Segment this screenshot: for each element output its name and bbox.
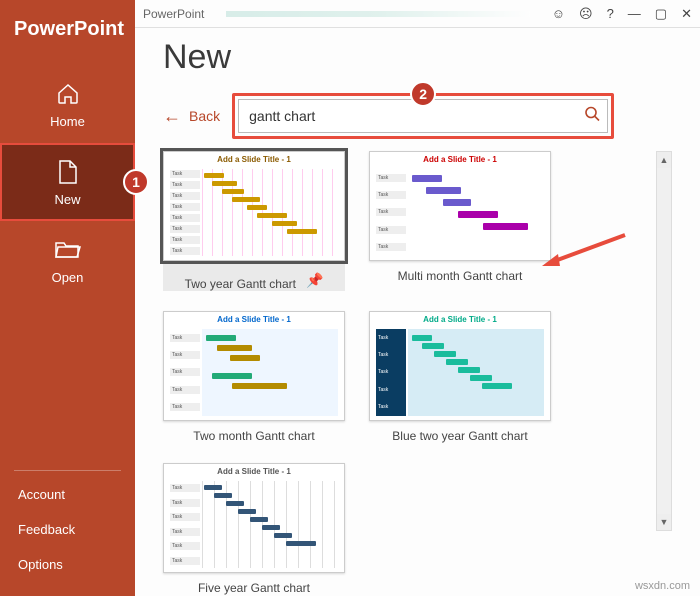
search-container: 2 [238, 99, 608, 133]
brand: PowerPoint [0, 0, 135, 65]
template-label: Two month Gantt chart [193, 421, 314, 443]
close-icon[interactable]: ✕ [681, 6, 692, 22]
sidebar-footer: Account Feedback Options [0, 464, 135, 596]
template-label: Blue two year Gantt chart [392, 421, 527, 443]
template-multi-month-gantt[interactable]: Add a Slide Title - 1 TaskTaskTaskTaskTa… [369, 151, 551, 291]
nav-open[interactable]: Open [0, 221, 135, 299]
new-file-icon [54, 158, 82, 186]
template-label: Two year Gantt chart [185, 269, 296, 291]
template-blue-two-year-gantt[interactable]: Add a Slide Title - 1 TaskTaskTaskTaskTa… [369, 311, 551, 443]
back-label: Back [189, 108, 220, 124]
back-arrow-icon: ← [163, 106, 181, 127]
titlebar: PowerPoint ☺ ☹ ? — ▢ ✕ [135, 0, 700, 28]
template-two-year-gantt[interactable]: Add a Slide Title - 1 TaskTaskTaskTaskTa… [163, 151, 345, 291]
folder-open-icon [54, 236, 82, 264]
slide-title: Add a Slide Title - 1 [164, 464, 344, 479]
callout-badge-1: 1 [123, 169, 149, 195]
minimize-icon[interactable]: — [628, 6, 641, 21]
template-five-year-gantt[interactable]: Add a Slide Title - 1 TaskTaskTaskTaskTa… [163, 463, 345, 595]
home-icon [54, 80, 82, 108]
nav-feedback[interactable]: Feedback [0, 512, 135, 547]
slide-title: Add a Slide Title - 1 [164, 152, 344, 167]
template-two-month-gantt[interactable]: Add a Slide Title - 1 TaskTaskTaskTaskTa… [163, 311, 345, 443]
nav-account[interactable]: Account [0, 477, 135, 512]
watermark: wsxdn.com [635, 580, 690, 592]
window-title: PowerPoint [143, 7, 204, 21]
sidebar: PowerPoint Home New 1 Open [0, 0, 135, 596]
slide-title: Add a Slide Title - 1 [370, 152, 550, 167]
back-button[interactable]: ← Back [163, 106, 220, 127]
nav-options[interactable]: Options [0, 547, 135, 582]
nav-new[interactable]: New 1 [0, 143, 135, 221]
page-title: New [163, 38, 672, 77]
smile-icon[interactable]: ☺ [552, 6, 565, 21]
template-label: Multi month Gantt chart [398, 261, 523, 283]
nav-label: New [54, 192, 80, 207]
template-grid: Add a Slide Title - 1 TaskTaskTaskTaskTa… [163, 151, 573, 595]
nav: Home New 1 Open [0, 65, 135, 299]
help-icon[interactable]: ? [607, 6, 614, 21]
slide-title: Add a Slide Title - 1 [164, 312, 344, 327]
nav-home[interactable]: Home [0, 65, 135, 143]
scroll-down-icon[interactable]: ▼ [657, 514, 671, 530]
slide-title: Add a Slide Title - 1 [370, 312, 550, 327]
scrollbar[interactable]: ▲ ▼ [656, 151, 672, 531]
nav-label: Home [50, 114, 85, 129]
template-label: Five year Gantt chart [198, 573, 310, 595]
maximize-icon[interactable]: ▢ [655, 6, 667, 22]
window-controls: ☺ ☹ ? — ▢ ✕ [552, 6, 692, 22]
frown-icon[interactable]: ☹ [579, 6, 593, 22]
pin-icon[interactable]: 📌 [306, 272, 323, 289]
callout-badge-2: 2 [410, 81, 436, 107]
nav-label: Open [52, 270, 84, 285]
main-area: PowerPoint ☺ ☹ ? — ▢ ✕ New ← Back 2 [135, 0, 700, 596]
scroll-up-icon[interactable]: ▲ [657, 152, 671, 168]
